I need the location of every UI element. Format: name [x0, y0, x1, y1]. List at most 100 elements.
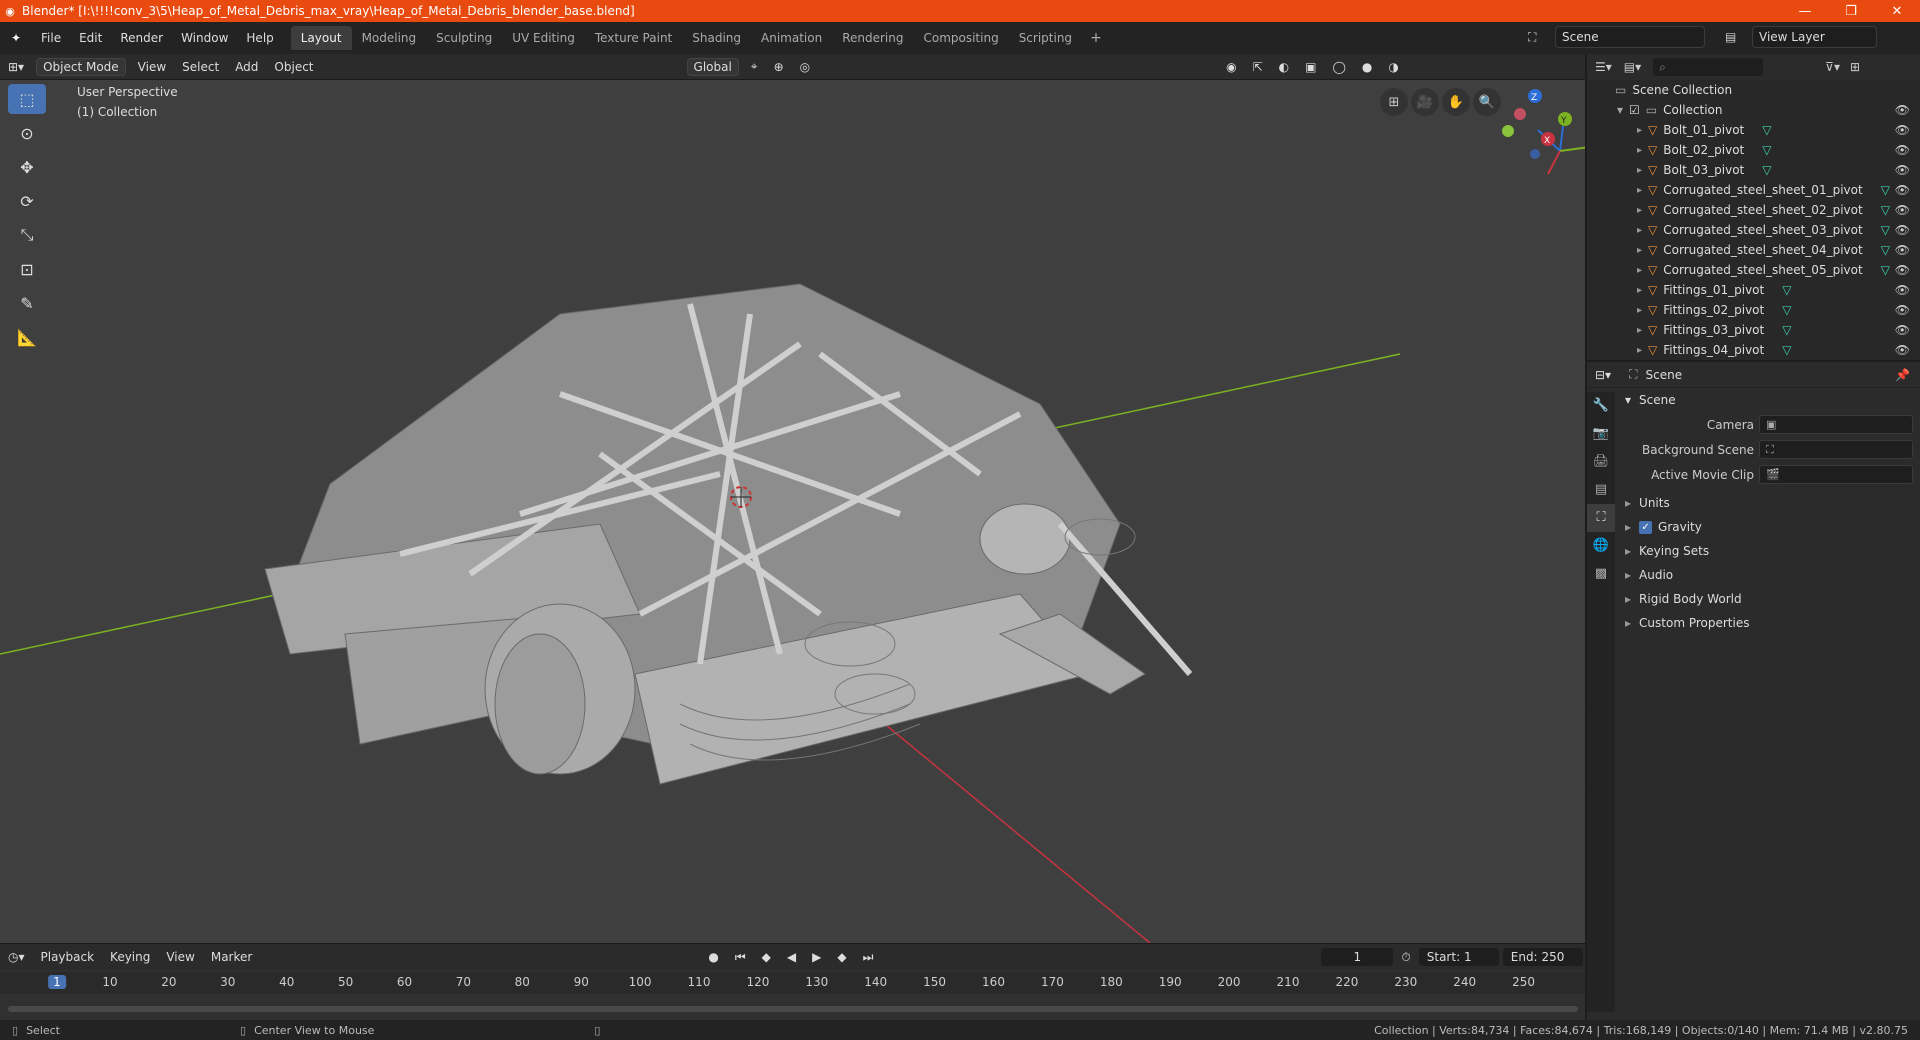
close-button[interactable]: ✕: [1874, 4, 1920, 19]
gravity-checkbox[interactable]: ✓: [1639, 520, 1653, 534]
eye-icon[interactable]: 👁: [1895, 283, 1910, 297]
eye-icon[interactable]: 👁: [1895, 203, 1910, 217]
scene-name-field[interactable]: Scene: [1555, 26, 1705, 48]
expand-arrow-icon[interactable]: ▸: [1637, 185, 1642, 196]
viewport-menu-select[interactable]: Select: [174, 60, 227, 74]
outliner-object-row[interactable]: ▸ ▽ Corrugated_steel_sheet_03_pivot ▽ 👁: [1587, 220, 1920, 240]
outliner-object-row[interactable]: ▸ ▽ Bolt_02_pivot ▽ 👁: [1587, 140, 1920, 160]
overlay-toggle-icon[interactable]: ◐: [1271, 60, 1297, 74]
rigid-body-world-panel[interactable]: ▸ Rigid Body World: [1617, 587, 1920, 611]
outliner-object-row[interactable]: ▸ ▽ Corrugated_steel_sheet_02_pivot ▽ 👁: [1587, 200, 1920, 220]
scene-selector-icon[interactable]: ⛶: [1528, 30, 1536, 45]
jump-start-button[interactable]: ⏮: [727, 950, 754, 965]
annotate-tool[interactable]: ✎: [8, 288, 46, 318]
shading-material-icon[interactable]: ◑: [1380, 60, 1406, 74]
navigation-gizmo[interactable]: Z Y X: [1502, 89, 1585, 175]
timeline-menu-playback[interactable]: Playback: [33, 950, 103, 964]
outliner-object-row[interactable]: ▸ ▽ Bolt_03_pivot ▽ 👁: [1587, 160, 1920, 180]
eye-icon[interactable]: 👁: [1895, 103, 1910, 117]
transform-tool[interactable]: ⊡: [8, 254, 46, 284]
expand-arrow-icon[interactable]: ▾: [1617, 103, 1623, 117]
expand-arrow-icon[interactable]: ▸: [1637, 245, 1642, 256]
stopwatch-icon[interactable]: ⏱: [1393, 950, 1418, 965]
outliner-scene-collection[interactable]: ▭ Scene Collection: [1587, 80, 1920, 100]
new-collection-icon[interactable]: ⊞: [1850, 60, 1860, 74]
mesh-data-icon[interactable]: ▽: [1881, 203, 1890, 217]
expand-arrow-icon[interactable]: ▸: [1637, 165, 1642, 176]
tab-animation[interactable]: Animation: [751, 26, 832, 50]
proportional-edit-icon[interactable]: ◎: [792, 60, 818, 74]
3d-viewport[interactable]: Z Y X ⊞▾ Object Mode View Select Add Obj…: [0, 54, 1585, 943]
select-box-tool[interactable]: ⬚: [8, 84, 46, 114]
view-layer-tab-icon[interactable]: ▤: [1587, 476, 1615, 504]
visibility-icon[interactable]: ◉: [1218, 60, 1244, 74]
outliner-object-row[interactable]: ▸ ▽ Corrugated_steel_sheet_04_pivot ▽ 👁: [1587, 240, 1920, 260]
expand-arrow-icon[interactable]: ▸: [1637, 325, 1642, 336]
outliner-object-row[interactable]: ▸ ▽ Fittings_03_pivot ▽ 👁: [1587, 320, 1920, 340]
eye-icon[interactable]: 👁: [1895, 263, 1910, 277]
mesh-data-icon[interactable]: ▽: [1782, 343, 1791, 357]
eye-icon[interactable]: 👁: [1895, 183, 1910, 197]
gravity-panel[interactable]: ▸ ✓ Gravity: [1617, 515, 1920, 539]
timeline-editor-type-icon[interactable]: ◷▾: [0, 950, 33, 964]
camera-selector[interactable]: ▣: [1759, 415, 1913, 434]
end-frame-field[interactable]: End: 250: [1502, 948, 1583, 966]
world-tab-icon[interactable]: 🌐: [1587, 532, 1615, 560]
tab-scripting[interactable]: Scripting: [1009, 26, 1082, 50]
keying-sets-panel[interactable]: ▸ Keying Sets: [1617, 539, 1920, 563]
scene-tab-icon[interactable]: ⛶: [1587, 504, 1615, 532]
view-layer-field[interactable]: View Layer: [1752, 26, 1877, 48]
object-mode-dropdown[interactable]: Object Mode: [36, 57, 126, 76]
mesh-data-icon[interactable]: ▽: [1762, 143, 1771, 157]
scale-tool[interactable]: ⤡: [8, 220, 46, 250]
zoom-view-icon[interactable]: 🔍: [1473, 88, 1501, 116]
measure-tool[interactable]: 📐: [8, 322, 46, 352]
gizmo-toggle-icon[interactable]: ⇱: [1245, 60, 1271, 74]
tab-shading[interactable]: Shading: [682, 26, 751, 50]
tab-uv-editing[interactable]: UV Editing: [502, 26, 585, 50]
tab-rendering[interactable]: Rendering: [832, 26, 913, 50]
eye-icon[interactable]: 👁: [1895, 303, 1910, 317]
minimize-button[interactable]: —: [1782, 4, 1828, 19]
mesh-data-icon[interactable]: ▽: [1782, 323, 1791, 337]
eye-icon[interactable]: 👁: [1895, 323, 1910, 337]
outliner-object-row[interactable]: ▸ ▽ Corrugated_steel_sheet_05_pivot ▽ 👁: [1587, 260, 1920, 280]
eye-icon[interactable]: 👁: [1895, 223, 1910, 237]
scene-section-header[interactable]: ▾ Scene: [1617, 388, 1920, 412]
tool-tab-icon[interactable]: 🔧: [1587, 392, 1615, 420]
eye-icon[interactable]: 👁: [1895, 123, 1910, 137]
tab-sculpting[interactable]: Sculpting: [426, 26, 502, 50]
mesh-data-icon[interactable]: ▽: [1762, 123, 1771, 137]
play-button[interactable]: ▶: [804, 950, 829, 964]
texture-tab-icon[interactable]: ▩: [1587, 560, 1615, 588]
eye-icon[interactable]: 👁: [1895, 143, 1910, 157]
rotate-tool[interactable]: ⟳: [8, 186, 46, 216]
shading-solid-icon[interactable]: ●: [1354, 60, 1380, 74]
next-keyframe-button[interactable]: ◆: [829, 950, 854, 964]
mesh-data-icon[interactable]: ▽: [1881, 183, 1890, 197]
current-frame-field[interactable]: 1: [1321, 948, 1394, 966]
tab-layout[interactable]: Layout: [290, 26, 352, 50]
mesh-data-icon[interactable]: ▽: [1881, 263, 1890, 277]
outliner-object-row[interactable]: ▸ ▽ Corrugated_steel_sheet_01_pivot ▽ 👁: [1587, 180, 1920, 200]
start-frame-field[interactable]: Start: 1: [1418, 948, 1499, 966]
blender-menu-icon[interactable]: ✦: [0, 22, 32, 54]
expand-arrow-icon[interactable]: ▸: [1637, 305, 1642, 316]
eye-icon[interactable]: 👁: [1895, 243, 1910, 257]
camera-view-icon[interactable]: 🎥: [1411, 88, 1439, 116]
viewport-menu-add[interactable]: Add: [227, 60, 266, 74]
jump-end-button[interactable]: ⏭: [855, 950, 882, 965]
timeline-menu-keying[interactable]: Keying: [102, 950, 158, 964]
mesh-data-icon[interactable]: ▽: [1881, 243, 1890, 257]
mesh-data-icon[interactable]: ▽: [1782, 303, 1791, 317]
cursor-tool[interactable]: ⊙: [8, 118, 46, 148]
expand-arrow-icon[interactable]: ▸: [1637, 145, 1642, 156]
timeline-menu-marker[interactable]: Marker: [203, 950, 260, 964]
output-tab-icon[interactable]: 🖨: [1587, 448, 1615, 476]
timeline-menu-view[interactable]: View: [158, 950, 202, 964]
expand-arrow-icon[interactable]: ▸: [1637, 205, 1642, 216]
toggle-camera-grid-icon[interactable]: ⊞: [1380, 88, 1408, 116]
prev-keyframe-button[interactable]: ◆: [754, 950, 779, 964]
mesh-data-icon[interactable]: ▽: [1881, 223, 1890, 237]
outliner-object-row[interactable]: ▸ ▽ Fittings_02_pivot ▽ 👁: [1587, 300, 1920, 320]
